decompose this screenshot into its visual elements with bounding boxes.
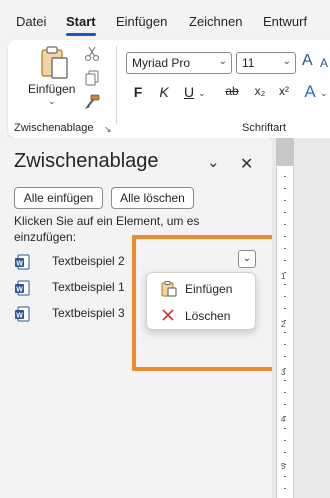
chevron-down-icon[interactable]: ⌄ xyxy=(198,88,206,99)
italic-button[interactable]: K xyxy=(156,84,172,100)
vertical-ruler xyxy=(276,138,294,498)
ruler-tick xyxy=(284,368,286,369)
ruler-tick xyxy=(284,476,286,477)
underline-button[interactable]: U xyxy=(181,84,197,100)
ruler-tick xyxy=(284,392,286,393)
ruler-tick xyxy=(284,248,286,249)
clear-all-button[interactable]: Alle löschen xyxy=(111,187,194,209)
shrink-font-button[interactable]: A xyxy=(320,56,328,70)
ruler-tick xyxy=(284,224,286,225)
ruler-tick xyxy=(284,356,286,357)
ruler-number: 2 xyxy=(281,320,286,329)
scissors-icon xyxy=(84,46,100,62)
paste-all-button[interactable]: Alle einfügen xyxy=(14,187,103,209)
clipboard-launcher-icon[interactable]: ↘ xyxy=(104,124,112,135)
ruler-tick xyxy=(284,284,286,285)
ruler-tick xyxy=(284,320,286,321)
bold-button[interactable]: F xyxy=(130,84,146,100)
subscript-button[interactable]: x₂ xyxy=(252,84,268,98)
tab-entwurf[interactable]: Entwurf xyxy=(263,14,307,29)
chevron-down-icon[interactable]: ⌄ xyxy=(320,88,328,99)
font-name-select[interactable]: Myriad Pro ⌄ xyxy=(126,52,232,74)
ruler-tick xyxy=(284,332,286,333)
svg-text:W: W xyxy=(16,261,23,268)
font-group-label: Schriftart xyxy=(242,122,287,134)
ruler-margin xyxy=(276,138,294,166)
pane-hint-line2: einzufügen: xyxy=(14,230,77,244)
ruler-tick xyxy=(284,236,286,237)
ruler-tick xyxy=(284,308,286,309)
text-effects-button[interactable]: A xyxy=(302,82,318,102)
tab-einfuegen[interactable]: Einfügen xyxy=(116,14,167,29)
chevron-down-icon: ⌄ xyxy=(218,56,227,67)
ruler-tick xyxy=(284,380,286,381)
ruler-tick xyxy=(284,176,286,177)
paste-label: Einfügen xyxy=(28,82,76,96)
ribbon-tabs: Datei Start Einfügen Zeichnen Entwurf xyxy=(0,0,330,40)
ruler-number: 3 xyxy=(281,368,286,377)
close-icon[interactable]: ✕ xyxy=(240,154,253,174)
pane-options-chevron-icon[interactable]: ⌄ xyxy=(207,153,220,171)
ruler-tick xyxy=(284,272,286,273)
chevron-down-icon: ⌄ xyxy=(48,96,56,106)
ruler-tick xyxy=(284,200,286,201)
copy-button[interactable] xyxy=(84,70,102,88)
copy-icon xyxy=(85,70,99,86)
highlight-annotation-box xyxy=(132,235,280,371)
clipboard-item-label: Textbeispiel 3 xyxy=(52,306,125,320)
tab-start[interactable]: Start xyxy=(66,14,96,29)
ruler-tick xyxy=(284,428,286,429)
ruler-tick xyxy=(284,488,286,489)
active-tab-indicator xyxy=(66,33,96,36)
font-size-select[interactable]: 11 ⌄ xyxy=(236,52,296,74)
paste-icon xyxy=(41,46,68,79)
group-separator xyxy=(116,46,117,124)
tab-zeichnen[interactable]: Zeichnen xyxy=(189,14,242,29)
svg-text:W: W xyxy=(16,287,23,294)
grow-font-button[interactable]: A xyxy=(302,52,313,70)
cut-button[interactable] xyxy=(84,46,102,64)
ribbon: Einfügen ⌄ Zwischenablage ↘ Myriad Pro ⌄… xyxy=(8,40,330,138)
ruler-tick xyxy=(284,344,286,345)
font-size-value: 11 xyxy=(242,56,255,70)
format-painter-icon xyxy=(85,94,100,109)
ruler-tick xyxy=(284,452,286,453)
pane-title: Zwischenablage xyxy=(14,150,159,172)
ruler-number: 1 xyxy=(281,272,286,281)
clipboard-item-label: Textbeispiel 2 xyxy=(52,254,125,268)
format-painter-button[interactable] xyxy=(84,94,102,112)
ruler-tick xyxy=(284,296,286,297)
word-document-icon: W xyxy=(15,280,30,296)
ruler-tick xyxy=(284,188,286,189)
clipboard-item-label: Textbeispiel 1 xyxy=(52,280,125,294)
pane-hint-line1: Klicken Sie auf ein Element, um es xyxy=(14,214,200,228)
chevron-down-icon: ⌄ xyxy=(282,56,291,67)
paste-button[interactable]: Einfügen ⌄ xyxy=(22,46,84,106)
strikethrough-button[interactable]: ab xyxy=(222,84,242,98)
ruler-tick xyxy=(284,464,286,465)
ruler-tick xyxy=(284,212,286,213)
ruler-tick xyxy=(284,440,286,441)
word-document-icon: W xyxy=(15,254,30,270)
ruler-tick xyxy=(284,260,286,261)
ruler-tick xyxy=(284,404,286,405)
clipboard-group-label: Zwischenablage xyxy=(14,122,94,134)
svg-text:W: W xyxy=(16,313,23,320)
ruler-tick xyxy=(284,416,286,417)
superscript-button[interactable]: x² xyxy=(276,84,292,98)
font-name-value: Myriad Pro xyxy=(132,56,191,70)
word-document-icon: W xyxy=(15,306,30,322)
tab-datei[interactable]: Datei xyxy=(16,14,46,29)
